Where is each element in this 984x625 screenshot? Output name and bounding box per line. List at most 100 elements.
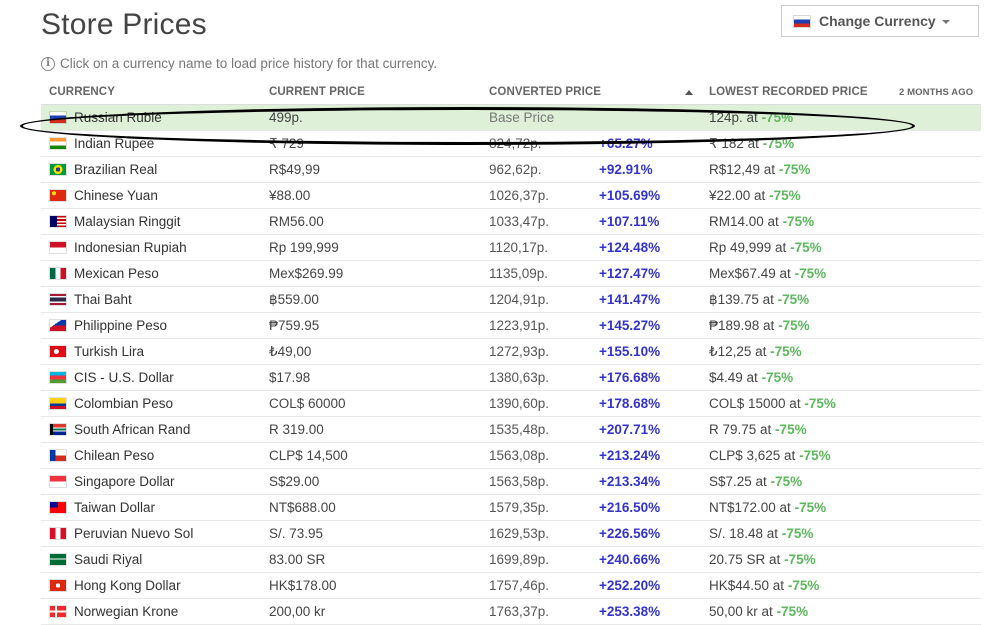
column-header-currency[interactable]: CURRENCY bbox=[49, 86, 115, 98]
discount-percent: -75% bbox=[770, 474, 803, 489]
table-row: Chilean Peso CLP$ 14,500 1563,08p. +213.24%… bbox=[41, 443, 981, 469]
currency-name-link[interactable]: Mexican Peso bbox=[74, 266, 159, 281]
current-price: ₱759.95 bbox=[269, 318, 320, 333]
currency-name-link[interactable]: South African Rand bbox=[74, 422, 190, 437]
price-difference-percent: +207.71% bbox=[599, 422, 661, 437]
currency-name-link[interactable]: Norwegian Krone bbox=[74, 604, 178, 619]
column-header-lowest-price[interactable]: LOWEST RECORDED PRICE bbox=[709, 86, 868, 98]
lowest-price: S$7.25 at -75% bbox=[709, 474, 802, 489]
sa-flag-icon bbox=[50, 554, 66, 565]
sort-ascending-icon[interactable] bbox=[685, 90, 693, 95]
converted-price: 962,62p. bbox=[489, 162, 542, 177]
currency-name-link[interactable]: Colombian Peso bbox=[74, 396, 173, 411]
lowest-price-value: R$12,49 at bbox=[709, 162, 776, 177]
price-difference-percent: +240.66% bbox=[599, 552, 661, 567]
current-price: ₹ 729 bbox=[269, 136, 304, 151]
currency-name-link[interactable]: Peruvian Nuevo Sol bbox=[74, 526, 193, 541]
currency-name-link[interactable]: Russian Ruble bbox=[74, 110, 162, 125]
info-message: i Click on a currency name to load price… bbox=[41, 56, 437, 71]
discount-percent: -75% bbox=[762, 136, 795, 151]
current-price: R 319.00 bbox=[269, 422, 324, 437]
table-row: Chinese Yuan ¥88.00 1026,37p. +105.69% ¥22.0… bbox=[41, 183, 981, 209]
currency-name-link[interactable]: Philippine Peso bbox=[74, 318, 167, 333]
converted-price: 1390,60p. bbox=[489, 396, 550, 411]
lowest-price-value: 50,00 kr at bbox=[709, 604, 773, 619]
converted-price: 1223,91p. bbox=[489, 318, 550, 333]
currency-name-link[interactable]: Thai Baht bbox=[74, 292, 132, 307]
table-row: South African Rand R 319.00 1535,48p. +207.… bbox=[41, 417, 981, 443]
currency-name-link[interactable]: Chinese Yuan bbox=[74, 188, 158, 203]
converted-price: 1380,63p. bbox=[489, 370, 550, 385]
column-header-converted-price[interactable]: CONVERTED PRICE bbox=[489, 86, 601, 98]
id-flag-icon bbox=[50, 242, 66, 253]
co-flag-icon bbox=[50, 398, 66, 409]
my-flag-icon bbox=[50, 216, 66, 227]
price-difference-percent: +176.68% bbox=[599, 370, 661, 385]
lowest-price: NT$172.00 at -75% bbox=[709, 500, 826, 515]
discount-percent: -75% bbox=[790, 240, 822, 255]
th-flag-icon bbox=[50, 294, 66, 305]
converted-price: Base Price bbox=[489, 110, 555, 125]
currency-name-link[interactable]: Taiwan Dollar bbox=[74, 500, 155, 515]
table-row: Taiwan Dollar NT$688.00 1579,35p. +216.50% N… bbox=[41, 495, 981, 521]
price-difference-percent: +252.20% bbox=[599, 578, 661, 593]
currency-name-link[interactable]: Turkish Lira bbox=[74, 344, 144, 359]
sg-flag-icon bbox=[50, 476, 66, 487]
table-row: Peruvian Nuevo Sol S/. 73.95 1629,53p. +226… bbox=[41, 521, 981, 547]
currency-name-link[interactable]: Saudi Riyal bbox=[74, 552, 142, 567]
tw-flag-icon bbox=[50, 502, 66, 513]
price-difference-percent: +107.11% bbox=[599, 214, 660, 229]
converted-price: 824,72p. bbox=[489, 136, 542, 151]
lowest-price: ₺12,25 at -75% bbox=[709, 344, 802, 360]
lowest-price: 20.75 SR at -75% bbox=[709, 552, 816, 567]
in-flag-icon bbox=[50, 138, 66, 149]
table-body: Russian Ruble 499p. Base Price 124p. at -75… bbox=[41, 105, 981, 625]
currency-name-link[interactable]: Brazilian Real bbox=[74, 162, 157, 177]
current-price: S/. 73.95 bbox=[269, 526, 324, 541]
currency-name-link[interactable]: CIS - U.S. Dollar bbox=[74, 370, 174, 385]
caret-down-icon bbox=[941, 20, 950, 24]
currency-name-link[interactable]: Indian Rupee bbox=[74, 136, 154, 151]
current-price: NT$688.00 bbox=[269, 500, 336, 515]
current-price: Rp 199,999 bbox=[269, 240, 339, 255]
currency-name-link[interactable]: Singapore Dollar bbox=[74, 474, 175, 489]
current-price: S$29.00 bbox=[269, 474, 320, 489]
currency-name-link[interactable]: Malaysian Ringgit bbox=[74, 214, 181, 229]
lowest-price-value: CLP$ 3,625 at bbox=[709, 448, 796, 463]
mx-flag-icon bbox=[50, 268, 66, 279]
column-header-current-price[interactable]: CURRENT PRICE bbox=[269, 86, 365, 98]
change-currency-button[interactable]: Change Currency bbox=[781, 5, 979, 37]
current-price: R$49,99 bbox=[269, 162, 321, 177]
lowest-price: Mex$67.49 at -75% bbox=[709, 266, 826, 281]
cn-flag-icon bbox=[50, 190, 66, 201]
currency-name-link[interactable]: Hong Kong Dollar bbox=[74, 578, 181, 593]
table-row: Indonesian Rupiah Rp 199,999 1120,17p. +124… bbox=[41, 235, 981, 261]
current-price: 499p. bbox=[269, 110, 303, 125]
lowest-price-value: Rp 49,999 at bbox=[709, 240, 787, 255]
table-row: Brazilian Real R$49,99 962,62p. +92.91% R$12… bbox=[41, 157, 981, 183]
currency-name-link[interactable]: Chilean Peso bbox=[74, 448, 154, 463]
currency-name-link[interactable]: Indonesian Rupiah bbox=[74, 240, 187, 255]
discount-percent: -75% bbox=[770, 344, 802, 359]
discount-percent: -75% bbox=[799, 448, 831, 463]
table-row: Russian Ruble 499p. Base Price 124p. at -75… bbox=[41, 105, 981, 131]
table-row: Hong Kong Dollar HK$178.00 1757,46p. +252.2… bbox=[41, 573, 981, 599]
lowest-price: RM14.00 at -75% bbox=[709, 214, 814, 229]
current-price: 200,00 kr bbox=[269, 604, 326, 619]
column-header-age: 2 MONTHS AGO bbox=[899, 87, 974, 98]
converted-price: 1629,53p. bbox=[489, 526, 550, 541]
lowest-price: ₹ 182 at -75% bbox=[709, 136, 794, 152]
lowest-price-value: 20.75 SR at bbox=[709, 552, 781, 567]
discount-percent: -75% bbox=[787, 578, 820, 593]
converted-price: 1757,46p. bbox=[489, 578, 550, 593]
converted-price: 1563,58p. bbox=[489, 474, 550, 489]
converted-price: 1579,35p. bbox=[489, 500, 550, 515]
table-row: Malaysian Ringgit RM56.00 1033,47p. +107.11… bbox=[41, 209, 981, 235]
table-row: Philippine Peso ₱759.95 1223,91p. +145.27% ₱… bbox=[41, 313, 981, 339]
table-row: Mexican Peso Mex$269.99 1135,09p. +127.47% M… bbox=[41, 261, 981, 287]
converted-price: 1026,37p. bbox=[489, 188, 550, 203]
lowest-price-value: Mex$67.49 at bbox=[709, 266, 791, 281]
current-price: ¥88.00 bbox=[269, 188, 311, 203]
converted-price: 1535,48p. bbox=[489, 422, 550, 437]
pe-flag-icon bbox=[50, 528, 66, 539]
